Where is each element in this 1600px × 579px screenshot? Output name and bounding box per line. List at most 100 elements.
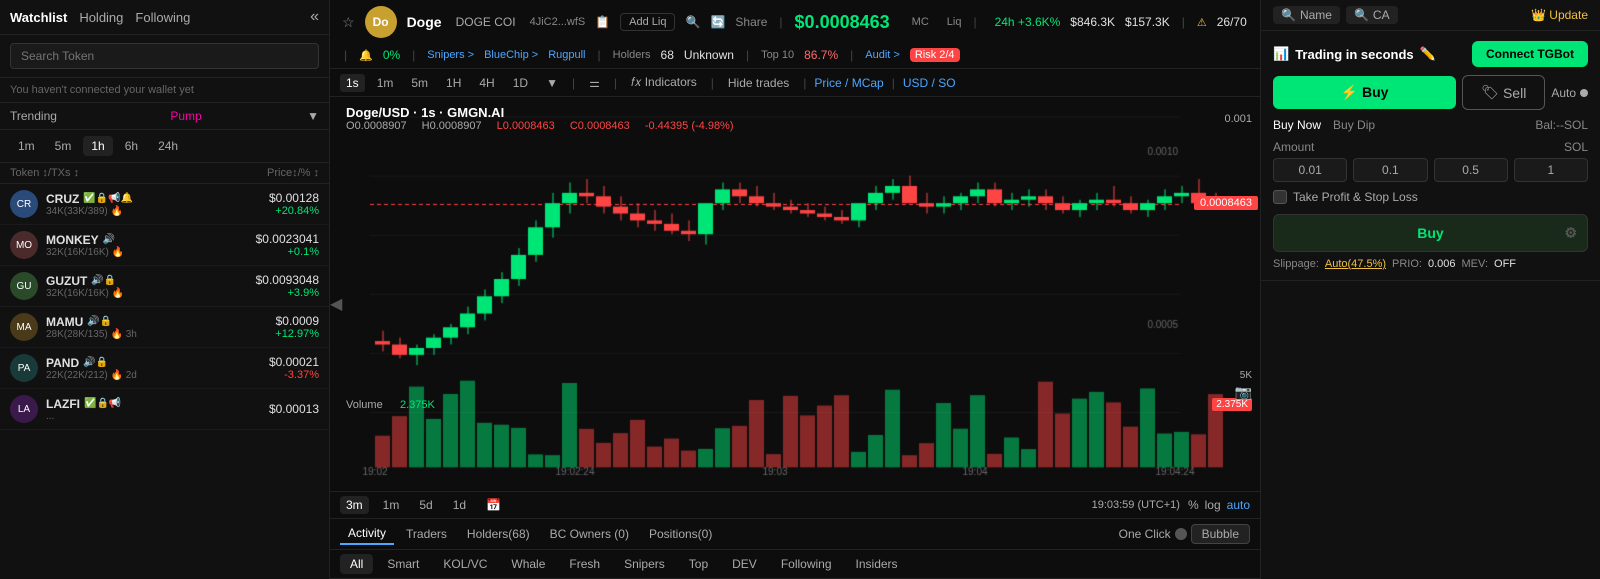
token-row[interactable]: CRCRUZ✅🔒📢🔔34K(33K/389) 🔥$0.00128+20.84% — [0, 184, 329, 225]
chart-toolbar: 1s 1m 5m 1H 4H 1D ▼ | ⚌ | 𝑓𝑥 Indicators … — [330, 69, 1260, 97]
filter-dev[interactable]: DEV — [722, 554, 767, 574]
slippage-val[interactable]: Auto(47.5%) — [1325, 258, 1386, 270]
amount-label: Amount — [1273, 140, 1314, 154]
ohlc-h: H0.0008907 — [422, 120, 488, 132]
cbb-calendar[interactable]: 📅 — [480, 496, 507, 514]
camera-icon[interactable]: 📷 — [1235, 384, 1252, 401]
connect-tgbot-btn[interactable]: Connect TGBot — [1472, 41, 1588, 67]
trading-title: 📊 Trading in seconds ✏️ — [1273, 46, 1436, 62]
add-liq-button[interactable]: Add Liq — [620, 13, 675, 31]
time-tab-6h[interactable]: 6h — [117, 136, 146, 156]
filter-all[interactable]: All — [340, 554, 373, 574]
pct-btn[interactable]: % — [1188, 498, 1199, 512]
sidebar-tab-holding[interactable]: Holding — [79, 10, 123, 25]
tab-positions[interactable]: Positions(0) — [641, 524, 720, 544]
tab-activity[interactable]: Activity — [340, 523, 394, 545]
ohlc-vals: O0.0008907 H0.0008907 L0.0008463 C0.0008… — [346, 120, 740, 132]
filter-kolvc[interactable]: KOL/VC — [433, 554, 497, 574]
hide-trades-btn[interactable]: Hide trades — [722, 74, 795, 92]
token-price-col: $0.00021-3.37% — [269, 355, 319, 381]
token-row[interactable]: GUGUZUT🔊🔒32K(16K/16K) 🔥$0.0093048+3.9% — [0, 266, 329, 307]
time-tab-5m[interactable]: 5m — [47, 136, 80, 156]
wl-update-btn[interactable]: 👑 Update — [1531, 8, 1588, 22]
trading-title-row: 📊 Trading in seconds ✏️ Connect TGBot — [1273, 41, 1588, 67]
filter-following[interactable]: Following — [771, 554, 842, 574]
cbb-1d[interactable]: 1d — [447, 496, 472, 514]
chart-time-1s[interactable]: 1s — [340, 74, 365, 92]
cbb-5d[interactable]: 5d — [413, 496, 438, 514]
preset-001[interactable]: 0.01 — [1273, 158, 1347, 182]
token-stats: 22K(22K/212) 🔥 2d — [46, 370, 261, 381]
buy-execute-btn[interactable]: Buy ⚙ — [1273, 214, 1588, 252]
take-profit-checkbox[interactable] — [1273, 190, 1287, 204]
collapse-icon[interactable]: « — [310, 8, 319, 26]
alert-icon: ⚠ — [1197, 16, 1207, 29]
liq-label: Liq — [947, 16, 962, 28]
time-tab-1h[interactable]: 1h — [83, 136, 112, 156]
sidebar-tab-following[interactable]: Following — [135, 10, 190, 25]
token-row[interactable]: PAPAND🔊🔒22K(22K/212) 🔥 2d$0.00021-3.37% — [0, 348, 329, 389]
filter-top[interactable]: Top — [679, 554, 718, 574]
filter-fresh[interactable]: Fresh — [559, 554, 610, 574]
cbb-3m[interactable]: 3m — [340, 496, 369, 514]
token-row[interactable]: LALAZFI✅🔒📢...$0.00013 — [0, 389, 329, 430]
time-tab-1m[interactable]: 1m — [10, 136, 43, 156]
chart-time-1m[interactable]: 1m — [371, 74, 400, 92]
token-row[interactable]: MAMAMU🔊🔒28K(28K/135) 🔥 3h$0.0009+12.97% — [0, 307, 329, 348]
bubble-btn[interactable]: Bubble — [1191, 524, 1250, 544]
chart-time-1d[interactable]: 1D — [507, 74, 534, 92]
trending-pump[interactable]: Pump — [170, 109, 201, 123]
token-avatar: PA — [10, 354, 38, 382]
filter-smart[interactable]: Smart — [377, 554, 429, 574]
filter-whale[interactable]: Whale — [501, 554, 555, 574]
chart-expand-icon[interactable]: ▼ — [540, 74, 564, 92]
token-symbol: CRUZ — [46, 192, 79, 206]
buy-dip-label[interactable]: Buy Dip — [1333, 118, 1375, 132]
sell-main-btn[interactable]: 🏷 Sell — [1462, 75, 1545, 110]
token-row[interactable]: MOMONKEY🔊32K(16K/16K) 🔥$0.0023041+0.1% — [0, 225, 329, 266]
wl-ca-btn[interactable]: 🔍 CA — [1346, 6, 1398, 24]
buy-now-label[interactable]: Buy Now — [1273, 118, 1321, 132]
rugpull-link[interactable]: Rugpull — [548, 49, 585, 61]
tab-traders[interactable]: Traders — [398, 524, 455, 544]
sidebar-header: Watchlist Holding Following « — [0, 0, 329, 35]
chart-time-1h[interactable]: 1H — [440, 74, 467, 92]
chart-time-4h[interactable]: 4H — [473, 74, 500, 92]
one-click-toggle-dot[interactable] — [1175, 528, 1187, 540]
snipers-link[interactable]: Snipers > — [427, 49, 474, 61]
cbb-1m[interactable]: 1m — [377, 496, 406, 514]
audit-link[interactable]: Audit > — [865, 49, 900, 61]
filter-snipers[interactable]: Snipers — [614, 554, 675, 574]
pen-icon: ✏️ — [1420, 46, 1436, 62]
preset-01[interactable]: 0.1 — [1353, 158, 1427, 182]
scroll-left-icon[interactable]: ◀ — [330, 294, 342, 314]
preset-05[interactable]: 0.5 — [1434, 158, 1508, 182]
log-btn[interactable]: log — [1205, 498, 1221, 512]
search-icon-small[interactable]: 🔍 — [685, 15, 700, 29]
tab-bc-owners[interactable]: BC Owners (0) — [542, 524, 637, 544]
filter-insiders[interactable]: Insiders — [846, 554, 908, 574]
bluechip-link[interactable]: BlueChip > — [484, 49, 538, 61]
auto-label: Auto — [1551, 86, 1588, 100]
chart-type-icon[interactable]: ⚌ — [583, 74, 606, 92]
auto-btn[interactable]: auto — [1227, 498, 1250, 512]
price-mcap-toggle[interactable]: Price / MCap — [814, 76, 883, 90]
sidebar-tab-watchlist[interactable]: Watchlist — [10, 10, 67, 25]
token-price: $0.0093048 — [256, 273, 319, 287]
preset-1[interactable]: 1 — [1514, 158, 1588, 182]
buy-main-btn[interactable]: ⚡ Buy — [1273, 76, 1456, 109]
wl-name-btn[interactable]: 🔍 Name — [1273, 6, 1340, 24]
token-stats: ... — [46, 411, 261, 422]
change-24h: 24h +3.6K% — [995, 15, 1061, 29]
copy-icon[interactable]: 📋 — [595, 15, 610, 29]
star-icon[interactable]: ☆ — [342, 14, 355, 31]
search-input[interactable] — [10, 43, 319, 69]
share-button[interactable]: Share — [735, 15, 767, 29]
chart-time-5m[interactable]: 5m — [405, 74, 434, 92]
indicators-btn[interactable]: 𝑓𝑥 Indicators — [625, 73, 703, 92]
refresh-icon[interactable]: 🔄 — [710, 15, 725, 29]
time-tab-24h[interactable]: 24h — [150, 136, 186, 156]
tab-holders[interactable]: Holders(68) — [459, 524, 538, 544]
filter-icon[interactable]: ▼ — [307, 109, 319, 123]
usd-sol-toggle[interactable]: USD / SO — [903, 76, 956, 90]
